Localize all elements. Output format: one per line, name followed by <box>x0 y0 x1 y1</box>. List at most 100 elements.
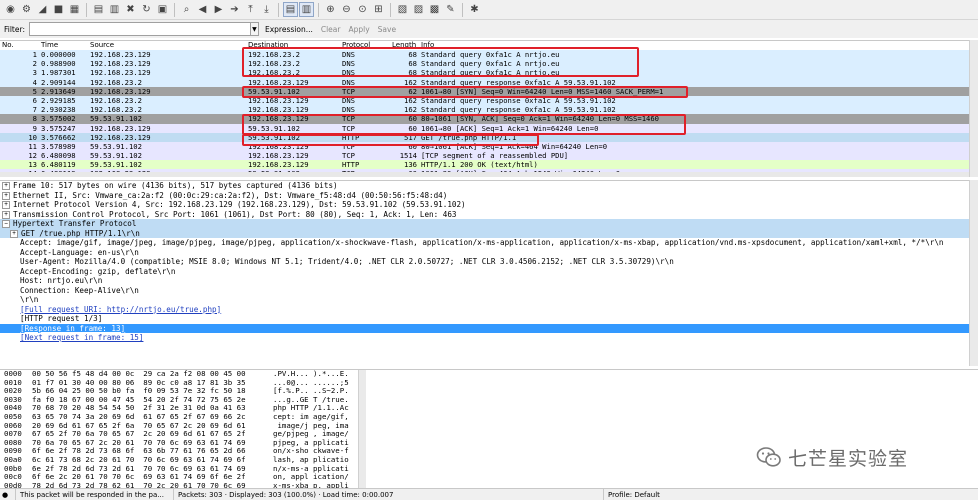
capture-options-icon[interactable]: ⚙ <box>19 2 34 17</box>
packet-source: 192.168.23.2 <box>90 77 142 87</box>
interface-list-icon[interactable]: ◉ <box>3 2 18 17</box>
expert-info-icon[interactable]: ● <box>0 488 16 500</box>
clear-filter-button[interactable]: Clear <box>319 25 343 34</box>
toolbar-separator <box>390 2 391 17</box>
start-capture-icon[interactable]: ◢ <box>35 2 50 17</box>
print-icon[interactable]: ▣ <box>155 2 170 17</box>
go-back-icon[interactable]: ◀ <box>195 2 210 17</box>
expand-icon[interactable]: + <box>10 229 18 238</box>
expand-icon[interactable]: + <box>2 182 10 190</box>
packet-details: + Frame 10: 517 bytes on wire (4136 bits)… <box>0 180 978 366</box>
packet-list-hscrollbar[interactable] <box>0 172 978 177</box>
detail-row[interactable]: + Internet Protocol Version 4, Src: 192.1… <box>0 200 978 210</box>
detail-row[interactable]: \r\n <box>0 295 978 305</box>
detail-link[interactable]: [Next request in frame: 15] <box>20 333 143 342</box>
packet-row[interactable]: 9 3.575247 192.168.23.129 59.53.91.102 TCP 60… <box>0 123 978 133</box>
detail-row[interactable]: − Hypertext Transfer Protocol <box>0 219 978 229</box>
expand-icon[interactable]: + <box>2 210 10 219</box>
detail-row[interactable]: User-Agent: Mozilla/4.0 (compatible; MSI… <box>0 257 978 267</box>
profile-status[interactable]: Profile: Default <box>604 489 664 500</box>
expand-icon[interactable]: + <box>2 201 10 209</box>
packet-length: 136 <box>404 160 417 170</box>
restart-capture-icon[interactable]: ▦ <box>67 2 82 17</box>
packet-row[interactable]: 8 3.575002 59.53.91.102 192.168.23.129 TCP 60… <box>0 114 978 124</box>
go-to-packet-icon[interactable]: ➔ <box>227 2 242 17</box>
expression-button[interactable]: Expression... <box>263 25 315 34</box>
packet-length: 162 <box>404 95 417 105</box>
packet-row[interactable]: 2 0.988900 192.168.23.129 192.168.23.2 DNS 68… <box>0 59 978 69</box>
detail-row[interactable]: Connection: Keep-Alive\r\n <box>0 286 978 296</box>
detail-row[interactable]: [Next request in frame: 15] <box>0 333 978 343</box>
detail-row[interactable]: + Ethernet II, Src: Vmware_ca:2a:f2 (00:0… <box>0 191 978 201</box>
packet-destination: 59.53.91.102 <box>248 86 300 96</box>
packet-info: 80→1061 [ACK] Seq=1 Ack=464 Win=64240 Le… <box>421 141 608 151</box>
detail-row[interactable]: Host: nrtjo.eu\r\n <box>0 276 978 286</box>
column-header-source[interactable]: Source <box>90 41 114 49</box>
detail-link[interactable]: [Full request URI: http://nrtjo.eu/true.… <box>20 305 221 314</box>
packet-row[interactable]: 5 2.913649 192.168.23.129 59.53.91.102 TCP 62… <box>0 86 978 96</box>
go-last-packet-icon[interactable]: ⤓ <box>259 2 274 17</box>
collapse-icon[interactable]: − <box>2 220 10 228</box>
display-filter-input[interactable] <box>28 22 251 36</box>
auto-scroll-icon[interactable]: ▥ <box>299 2 314 17</box>
stop-capture-icon[interactable]: ■ <box>51 2 66 17</box>
apply-filter-button[interactable]: Apply <box>346 25 371 34</box>
packet-list-vscrollbar[interactable] <box>969 40 978 177</box>
expand-icon[interactable]: + <box>2 191 10 200</box>
column-header-protocol[interactable]: Protocol <box>342 41 370 49</box>
open-file-icon[interactable]: ▤ <box>91 2 106 17</box>
zoom-in-icon[interactable]: ⊕ <box>323 2 338 17</box>
packet-time: 6.480119 <box>41 160 76 170</box>
packet-row[interactable]: 6 2.929185 192.168.23.2 192.168.23.129 DNS 16… <box>0 95 978 106</box>
detail-row[interactable]: + GET /true.php HTTP/1.1\r\n <box>0 228 978 238</box>
column-header-no[interactable]: No. <box>2 41 14 49</box>
detail-row[interactable]: [HTTP request 1/3] <box>0 314 978 324</box>
column-header-time[interactable]: Time <box>41 41 58 49</box>
resize-columns-icon[interactable]: ⊞ <box>371 2 386 17</box>
packet-row[interactable]: 1 0.000000 192.168.23.129 192.168.23.2 DNS 68… <box>0 50 978 60</box>
bytes-vscrollbar[interactable] <box>358 370 366 488</box>
filter-bar: Filter: ▼ Expression... Clear Apply Save <box>0 20 978 38</box>
colorize-icon[interactable]: ▤ <box>283 2 298 17</box>
display-filters-icon[interactable]: ▨ <box>411 2 426 17</box>
detail-row[interactable]: + Frame 10: 517 bytes on wire (4136 bits)… <box>0 181 978 191</box>
packet-row[interactable]: 12 6.480098 59.53.91.102 192.168.23.129 TCP 1… <box>0 151 978 161</box>
packet-time: 6.480098 <box>41 151 76 161</box>
detail-row[interactable]: Accept: image/gif, image/jpeg, image/pjp… <box>0 238 978 248</box>
packet-protocol: TCP <box>342 86 355 96</box>
column-header-destination[interactable]: Destination <box>248 41 288 49</box>
zoom-out-icon[interactable]: ⊖ <box>339 2 354 17</box>
save-file-icon[interactable]: ▥ <box>107 2 122 17</box>
packet-row[interactable]: 11 3.578989 59.53.91.102 192.168.23.129 TCP 6… <box>0 141 978 152</box>
column-header-info[interactable]: Info <box>421 41 434 49</box>
filter-dropdown-icon[interactable]: ▼ <box>249 22 259 36</box>
reload-icon[interactable]: ↻ <box>139 2 154 17</box>
packet-count: Packets: 303 · Displayed: 303 (100.0%) ·… <box>174 488 604 500</box>
save-filter-button[interactable]: Save <box>376 25 398 34</box>
packet-row[interactable]: 10 3.576662 192.168.23.129 59.53.91.102 HTTP… <box>0 132 978 142</box>
go-first-packet-icon[interactable]: ⤒ <box>243 2 258 17</box>
packet-no: 13 <box>28 160 37 170</box>
detail-row[interactable]: + Transmission Control Protocol, Src Port… <box>0 210 978 220</box>
column-header-length[interactable]: Length <box>392 41 416 49</box>
detail-row[interactable]: [Response in frame: 13] <box>0 323 978 333</box>
packet-row[interactable]: 3 1.987301 192.168.23.129 192.168.23.2 DNS 68… <box>0 68 978 78</box>
packet-row[interactable]: 4 2.909144 192.168.23.2 192.168.23.129 DNS 16… <box>0 77 978 87</box>
packet-row[interactable]: 7 2.930238 192.168.23.2 192.168.23.129 DNS 16… <box>0 105 978 115</box>
packet-no: 7 <box>32 105 37 115</box>
zoom-normal-icon[interactable]: ⊙ <box>355 2 370 17</box>
detail-row[interactable]: Accept-Language: en-us\r\n <box>0 248 978 258</box>
details-vscrollbar[interactable] <box>969 180 978 366</box>
detail-row[interactable]: [Full request URI: http://nrtjo.eu/true.… <box>0 305 978 315</box>
packet-row[interactable]: 13 6.480119 59.53.91.102 192.168.23.129 HTTP… <box>0 160 978 170</box>
go-forward-icon[interactable]: ▶ <box>211 2 226 17</box>
capture-filters-icon[interactable]: ▧ <box>395 2 410 17</box>
close-file-icon[interactable]: ✖ <box>123 2 138 17</box>
detail-link[interactable]: [Response in frame: 13] <box>20 324 125 333</box>
preferences-icon[interactable]: ✎ <box>443 2 458 17</box>
find-packet-icon[interactable]: ⌕ <box>179 2 194 17</box>
detail-row[interactable]: Accept-Encoding: gzip, deflate\r\n <box>0 267 978 277</box>
help-icon[interactable]: ✱ <box>467 2 482 17</box>
packet-source: 192.168.23.2 <box>90 105 142 115</box>
coloring-rules-icon[interactable]: ▩ <box>427 2 442 17</box>
